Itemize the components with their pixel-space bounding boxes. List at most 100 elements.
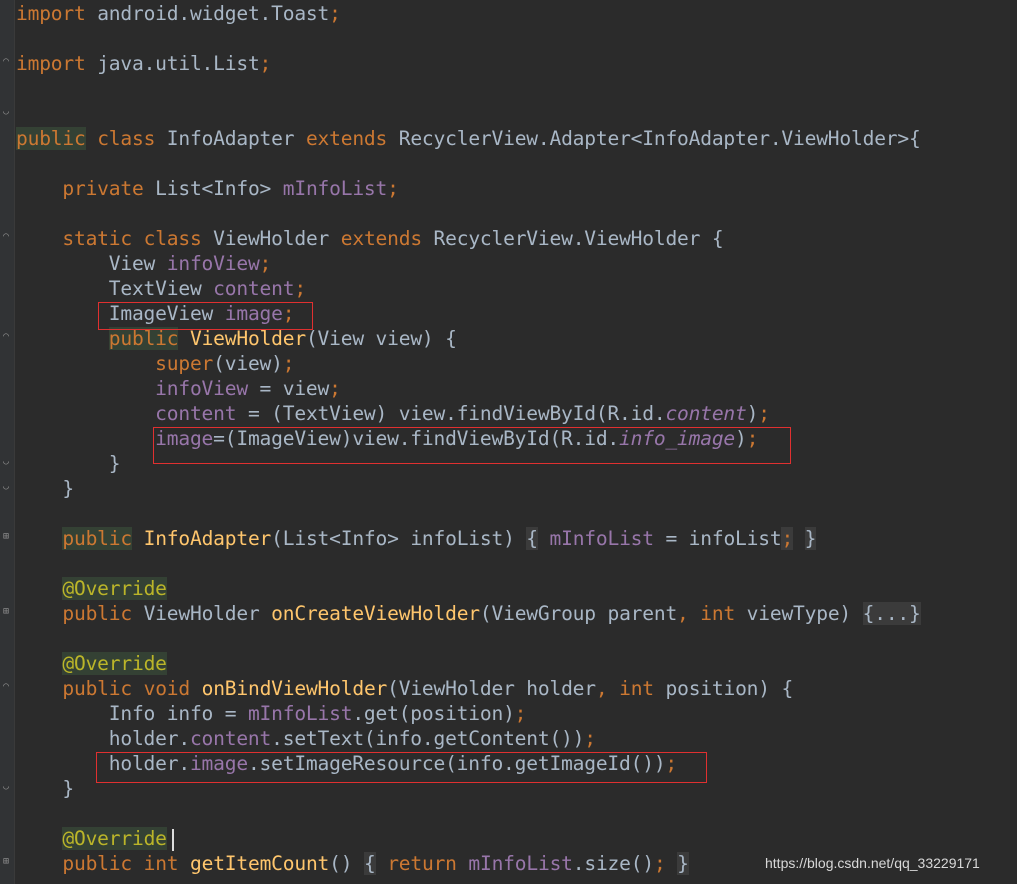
code-token: return: [387, 852, 457, 875]
code-token: public: [108, 327, 179, 350]
fold-marker-icon[interactable]: ⊞: [1, 607, 11, 617]
fold-marker-icon[interactable]: ◠: [1, 332, 11, 342]
code-line[interactable]: @Override: [16, 651, 167, 676]
code-token: extends: [305, 127, 388, 150]
code-token: ViewHolder: [189, 327, 306, 350]
code-token: ;: [329, 2, 341, 25]
code-token: (ViewGroup parent: [479, 602, 678, 625]
code-token: (view): [213, 352, 283, 375]
code-token: viewType): [735, 602, 863, 625]
code-line[interactable]: public InfoAdapter(List<Info> infoList) …: [16, 526, 816, 551]
code-token: void: [143, 677, 191, 700]
fold-marker-icon[interactable]: ⊞: [1, 857, 11, 867]
code-token: public: [62, 677, 132, 700]
code-token: import: [16, 2, 86, 25]
fold-marker-icon[interactable]: ◠: [1, 682, 11, 692]
code-token: ;: [282, 352, 295, 375]
code-token: {...}: [862, 602, 921, 625]
code-line[interactable]: View infoView;: [16, 251, 272, 276]
code-token: InfoAdapter: [155, 127, 306, 150]
code-line[interactable]: super(view);: [16, 351, 294, 376]
code-token: }: [16, 452, 121, 475]
code-line[interactable]: static class ViewHolder extends Recycler…: [16, 226, 723, 251]
code-token: ;: [653, 852, 666, 875]
code-token: extends: [340, 227, 422, 250]
code-token: @Override: [62, 577, 167, 600]
code-token: mInfoList: [468, 852, 573, 875]
code-line[interactable]: @Override: [16, 826, 167, 851]
code-line[interactable]: public void onBindViewHolder(ViewHolder …: [16, 676, 793, 701]
code-editor[interactable]: ◠ ◡ ◠ ◠ ◡ ◡ ⊞ ⊞ ◠ ◡ ⊞ import android.wid…: [0, 0, 1017, 884]
code-token: (): [329, 852, 364, 875]
code-token: .size(): [572, 852, 654, 875]
code-line[interactable]: }: [16, 776, 74, 801]
code-token: = infoList: [653, 527, 782, 550]
fold-marker-icon[interactable]: ◡: [1, 107, 11, 117]
code-line[interactable]: @Override: [16, 576, 167, 601]
code-token: super: [155, 352, 214, 375]
highlight-box-imageview-field: [98, 302, 313, 330]
code-line[interactable]: holder.content.setText(info.getContent()…: [16, 726, 596, 751]
code-token: List<Info>: [143, 177, 283, 200]
code-line[interactable]: TextView content;: [16, 276, 306, 301]
code-token: @Override: [62, 827, 167, 850]
code-line[interactable]: content = (TextView) view.findViewById(R…: [16, 401, 770, 426]
code-token: onCreateViewHolder: [271, 602, 480, 625]
fold-marker-icon[interactable]: ◠: [1, 57, 11, 67]
code-token: ;: [259, 52, 272, 75]
code-line[interactable]: public class InfoAdapter extends Recycle…: [16, 126, 921, 151]
code-token: java.util.List: [85, 52, 260, 75]
text-caret: [172, 829, 174, 851]
code-token: onBindViewHolder: [201, 677, 388, 700]
code-token: class: [143, 227, 202, 250]
fold-marker-icon[interactable]: ◡: [1, 457, 11, 467]
fold-marker-icon[interactable]: ⊞: [1, 532, 11, 542]
code-token: }: [677, 852, 689, 875]
code-line[interactable]: public ViewHolder onCreateViewHolder(Vie…: [16, 601, 921, 626]
code-token: content: [665, 402, 747, 425]
code-token: ,: [595, 677, 608, 700]
code-token: content: [213, 277, 295, 300]
fold-marker-icon[interactable]: ◡: [1, 782, 11, 792]
code-token: holder.: [16, 727, 190, 750]
watermark-url: https://blog.csdn.net/qq_33229171: [765, 855, 980, 871]
code-token: android.widget.Toast: [85, 2, 330, 25]
code-line[interactable]: private List<Info> mInfoList;: [16, 176, 399, 201]
fold-marker-icon[interactable]: ◡: [1, 482, 11, 492]
code-token: }: [16, 777, 74, 800]
code-token: ;: [584, 727, 596, 750]
code-line[interactable]: Info info = mInfoList.get(position);: [16, 701, 527, 726]
code-token: mInfoList: [282, 177, 388, 200]
fold-marker-icon[interactable]: ◠: [1, 232, 11, 242]
code-token: .setText(info.getContent()): [271, 727, 585, 750]
code-token: ;: [329, 377, 341, 400]
code-line[interactable]: public int getItemCount() { return mInfo…: [16, 851, 689, 876]
code-token: {: [526, 527, 538, 550]
code-line[interactable]: }: [16, 476, 74, 501]
code-line[interactable]: infoView = view;: [16, 376, 341, 401]
code-token: ;: [259, 252, 272, 275]
code-line[interactable]: import android.widget.Toast;: [16, 1, 341, 26]
code-token: public: [62, 852, 132, 875]
code-line[interactable]: import java.util.List;: [16, 51, 271, 76]
code-line[interactable]: }: [16, 451, 121, 476]
code-token: }: [804, 527, 817, 550]
